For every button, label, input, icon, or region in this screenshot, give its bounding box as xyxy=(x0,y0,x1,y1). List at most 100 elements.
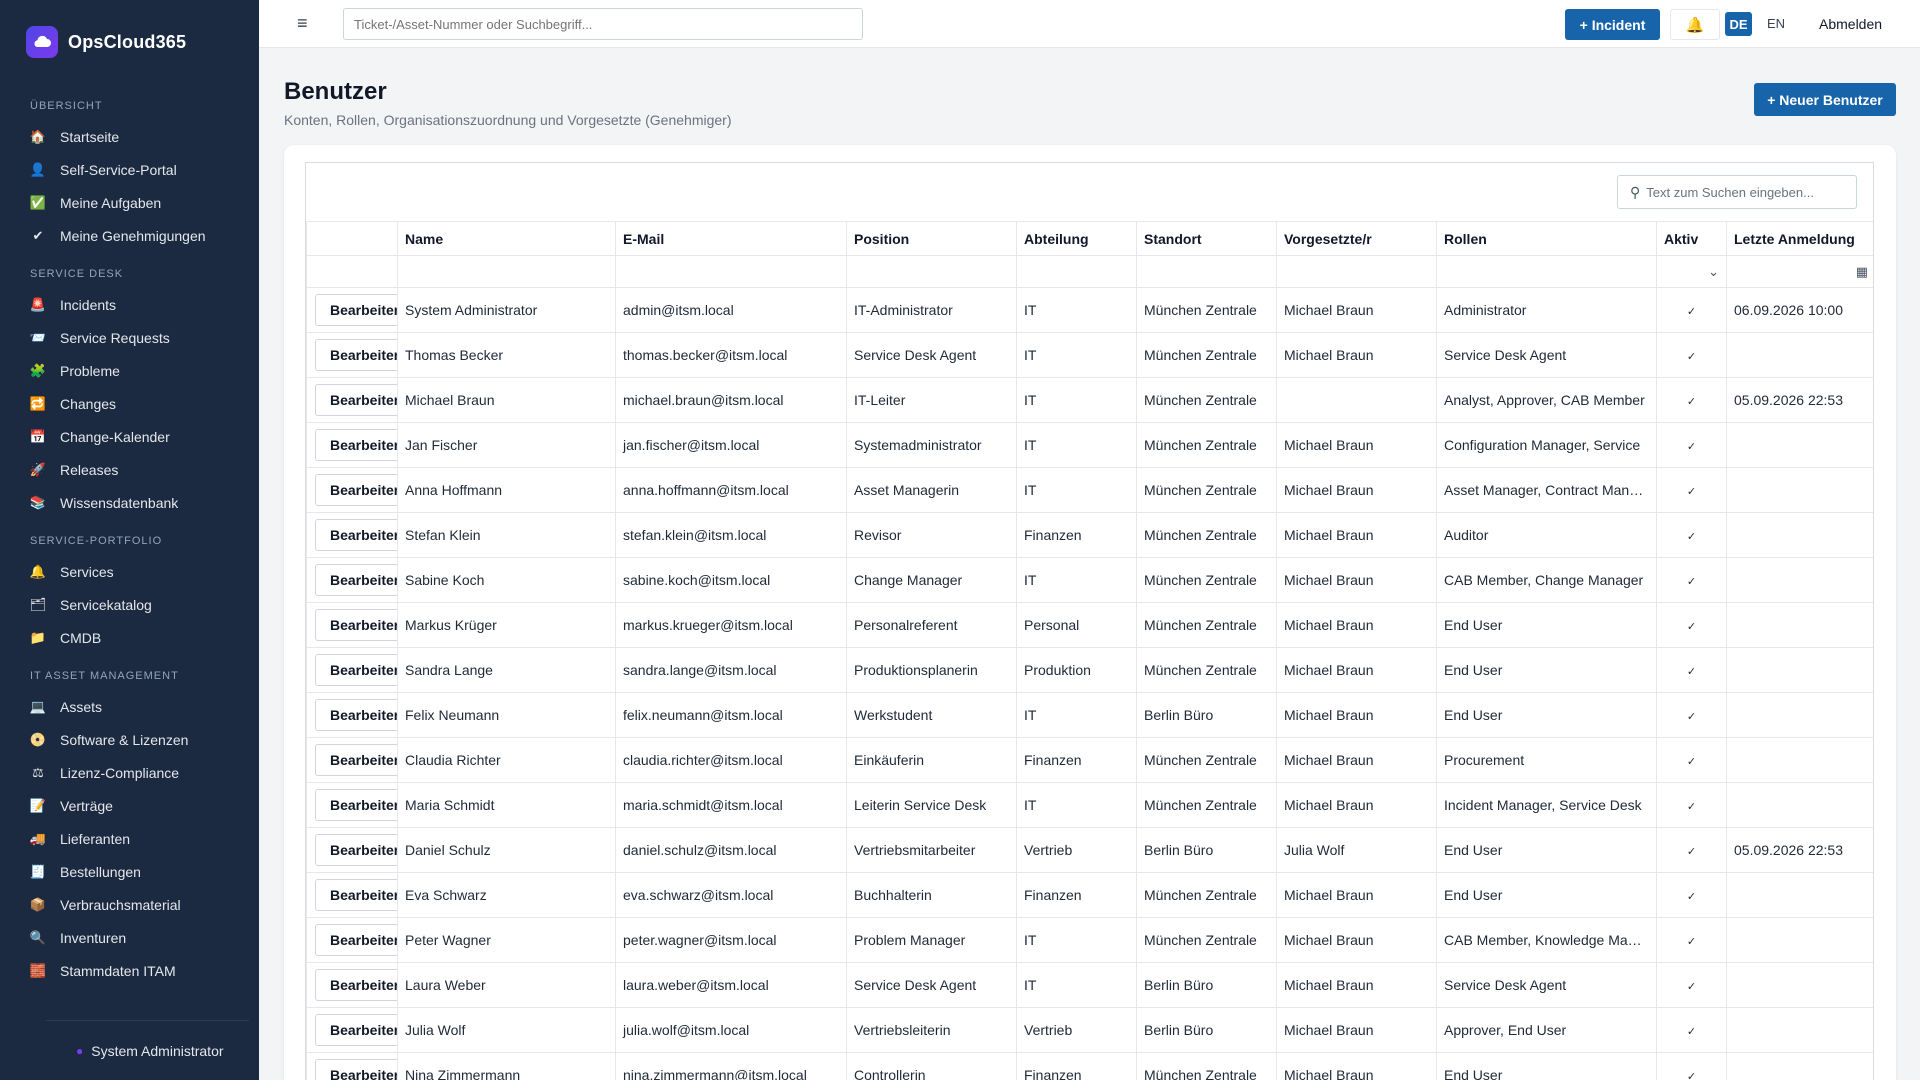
filter-cell[interactable] xyxy=(1136,255,1277,288)
language-de-button[interactable]: DE xyxy=(1725,12,1752,36)
sidebar-item-releases[interactable]: 🚀 Releases xyxy=(0,453,259,486)
edit-button[interactable]: Bearbeiten xyxy=(315,744,397,776)
edit-cell: Bearbeiten xyxy=(306,692,398,738)
filter-cell[interactable] xyxy=(1276,255,1437,288)
sidebar-item-label: Software & Lizenzen xyxy=(60,731,189,748)
checkmark-icon: ✓ xyxy=(1686,800,1697,813)
cell-vorgesetzte: Michael Braun xyxy=(1276,647,1437,693)
sidebar-item-change-kalender[interactable]: 📅 Change-Kalender xyxy=(0,420,259,453)
column-header[interactable]: E-Mail xyxy=(615,221,847,256)
filter-cell[interactable] xyxy=(1436,255,1657,288)
edit-button[interactable]: Bearbeiten xyxy=(315,429,397,461)
cell-letzte-anmeldung xyxy=(1726,647,1873,693)
sidebar-item-assets[interactable]: 💻 Assets xyxy=(0,690,259,723)
cell-name: Eva Schwarz xyxy=(397,872,616,918)
edit-button[interactable]: Bearbeiten xyxy=(315,834,397,866)
edit-button[interactable]: Bearbeiten xyxy=(315,339,397,371)
sidebar-item-incidents[interactable]: 🚨 Incidents xyxy=(0,288,259,321)
cell-email: stefan.klein@itsm.local xyxy=(615,512,847,558)
sidebar-item-lieferanten[interactable]: 🚚 Lieferanten xyxy=(0,822,259,855)
global-search-input[interactable] xyxy=(343,8,863,40)
sidebar-item-service-requests[interactable]: 📨 Service Requests xyxy=(0,321,259,354)
filter-cell[interactable] xyxy=(1016,255,1137,288)
filter-aktiv-dropdown[interactable]: ⌄ xyxy=(1656,255,1727,288)
sidebar-item-label: Assets xyxy=(60,698,103,715)
sidebar-user[interactable]: ● System Administrator xyxy=(46,1020,249,1080)
sidebar-item-meine-genehmigungen[interactable]: ✔ Meine Genehmigungen xyxy=(0,219,259,252)
new-user-button[interactable]: + Neuer Benutzer xyxy=(1754,83,1896,116)
sidebar-item-stammdaten-itam[interactable]: 🧱 Stammdaten ITAM xyxy=(0,954,259,987)
sidebar-item-bestellungen[interactable]: 🧾 Bestellungen xyxy=(0,855,259,888)
brand[interactable]: OpsCloud365 xyxy=(0,0,259,84)
edit-button[interactable]: Bearbeiten xyxy=(315,609,397,641)
edit-button[interactable]: Bearbeiten xyxy=(315,1059,397,1080)
column-header[interactable]: Abteilung xyxy=(1016,221,1137,256)
edit-cell: Bearbeiten xyxy=(306,602,398,648)
sidebar-item-cmdb[interactable]: 📁 CMDB xyxy=(0,621,259,654)
sidebar-item-probleme[interactable]: 🧩 Probleme xyxy=(0,354,259,387)
cell-vorgesetzte: Michael Braun xyxy=(1276,782,1437,828)
filter-cell[interactable] xyxy=(397,255,616,288)
notifications-bell-icon[interactable]: 🔔 xyxy=(1670,9,1720,40)
edit-button[interactable]: Bearbeiten xyxy=(315,474,397,506)
grid-search-input[interactable]: ⚲ Text zum Suchen eingeben... xyxy=(1617,175,1857,209)
column-header[interactable]: Standort xyxy=(1136,221,1277,256)
edit-button[interactable]: Bearbeiten xyxy=(315,1014,397,1046)
sidebar-item-label: Services xyxy=(60,563,114,580)
cell-letzte-anmeldung xyxy=(1726,332,1873,378)
cell-email: felix.neumann@itsm.local xyxy=(615,692,847,738)
scales-icon: ⚖ xyxy=(32,764,44,780)
person-icon: 👤 xyxy=(29,161,47,177)
sidebar-item-changes[interactable]: 🔁 Changes xyxy=(0,387,259,420)
sidebar-item-startseite[interactable]: 🏠 Startseite xyxy=(0,120,259,153)
sidebar-item-lizenz-compliance[interactable]: ⚖ Lizenz-Compliance xyxy=(0,756,259,789)
sidebar-item-servicekatalog[interactable]: 🗂 Servicekatalog xyxy=(0,588,259,621)
cell-aktiv: ✓ xyxy=(1656,422,1727,468)
edit-button[interactable]: Bearbeiten xyxy=(315,519,397,551)
cell-abteilung: IT xyxy=(1016,377,1137,423)
column-header[interactable]: Rollen xyxy=(1436,221,1657,256)
column-header[interactable]: Vorgesetzte/r xyxy=(1276,221,1437,256)
edit-button[interactable]: Bearbeiten xyxy=(315,969,397,1001)
sidebar-item-wissensdatenbank[interactable]: 📚 Wissensdatenbank xyxy=(0,486,259,519)
language-en-button[interactable]: EN xyxy=(1767,16,1785,31)
edit-button[interactable]: Bearbeiten xyxy=(315,879,397,911)
logout-link[interactable]: Abmelden xyxy=(1819,16,1882,32)
column-header[interactable]: Position xyxy=(846,221,1017,256)
sidebar-item-verträge[interactable]: 📝 Verträge xyxy=(0,789,259,822)
menu-icon[interactable]: ≡ xyxy=(297,13,308,34)
new-incident-button[interactable]: + Incident xyxy=(1565,9,1660,40)
sidebar-item-services[interactable]: 🔔 Services xyxy=(0,555,259,588)
edit-button[interactable]: Bearbeiten xyxy=(315,699,397,731)
filter-date[interactable]: ▦ xyxy=(1726,255,1873,288)
cell-name: Markus Krüger xyxy=(397,602,616,648)
cell-abteilung: Personal xyxy=(1016,602,1137,648)
edit-button[interactable]: Bearbeiten xyxy=(315,789,397,821)
filter-cell[interactable] xyxy=(846,255,1017,288)
sidebar-item-verbrauchsmaterial[interactable]: 📦 Verbrauchsmaterial xyxy=(0,888,259,921)
edit-button[interactable]: Bearbeiten xyxy=(315,564,397,596)
cell-standort: Berlin Büro xyxy=(1136,827,1277,873)
cell-rollen: End User xyxy=(1436,872,1657,918)
alarm-icon: 🚨 xyxy=(29,296,47,312)
edit-button[interactable]: Bearbeiten xyxy=(315,384,397,416)
cell-letzte-anmeldung xyxy=(1726,872,1873,918)
filter-cell[interactable] xyxy=(615,255,847,288)
column-header[interactable]: Letzte Anmeldung xyxy=(1726,221,1873,256)
sidebar-item-inventuren[interactable]: 🔍 Inventuren xyxy=(0,921,259,954)
cell-abteilung: IT xyxy=(1016,422,1137,468)
edit-button[interactable]: Bearbeiten xyxy=(315,924,397,956)
cell-standort: München Zentrale xyxy=(1136,1052,1277,1080)
edit-button[interactable]: Bearbeiten xyxy=(315,294,397,326)
sidebar-item-software-lizenzen[interactable]: 📀 Software & Lizenzen xyxy=(0,723,259,756)
column-header[interactable]: Aktiv xyxy=(1656,221,1727,256)
sidebar-item-self-service-portal[interactable]: 👤 Self-Service-Portal xyxy=(0,153,259,186)
column-header[interactable]: Name xyxy=(397,221,616,256)
column-header[interactable] xyxy=(306,221,398,256)
edit-cell: Bearbeiten xyxy=(306,827,398,873)
grid-search-placeholder: Text zum Suchen eingeben... xyxy=(1646,184,1814,200)
edit-button[interactable]: Bearbeiten xyxy=(315,654,397,686)
cell-rollen: Configuration Manager, Service xyxy=(1436,422,1657,468)
sidebar-item-meine-aufgaben[interactable]: ✅ Meine Aufgaben xyxy=(0,186,259,219)
filter-cell[interactable] xyxy=(306,255,398,288)
